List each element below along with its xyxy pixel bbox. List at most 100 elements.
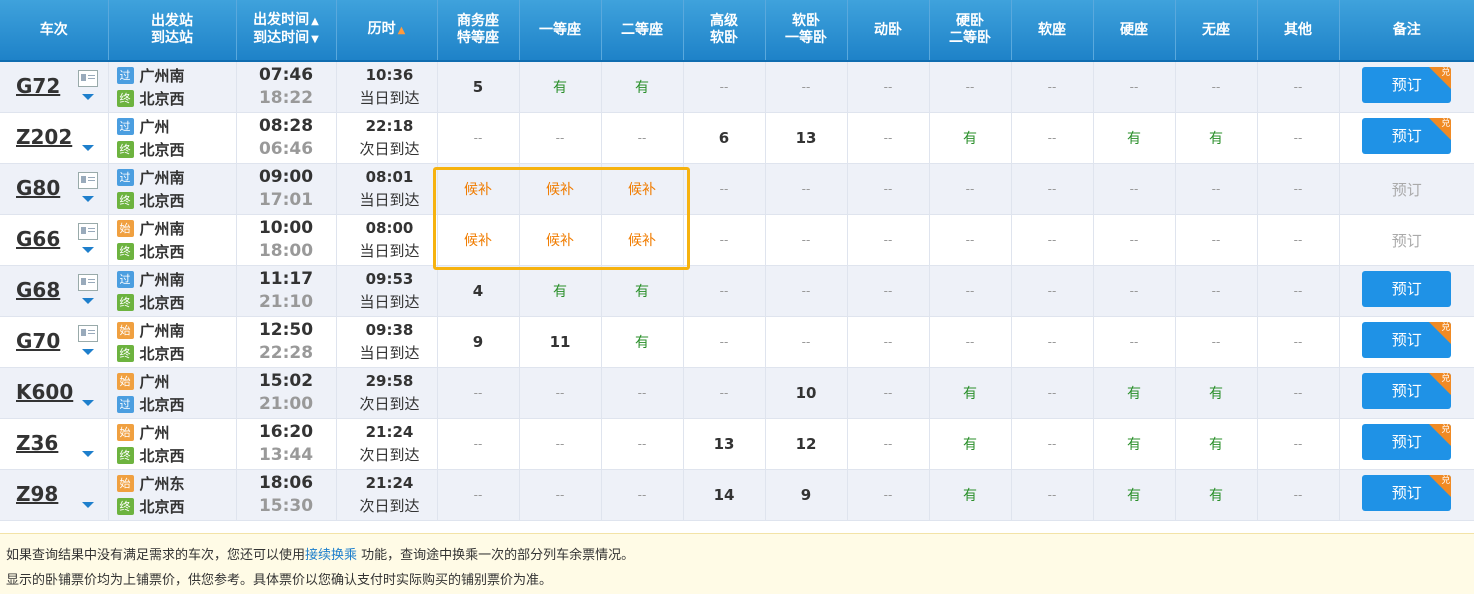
seat-availability[interactable]: 有	[963, 437, 977, 453]
book-button[interactable]: 预订兑	[1362, 67, 1452, 103]
chevron-down-icon[interactable]	[81, 145, 94, 151]
seat-availability[interactable]: 有	[1127, 131, 1141, 147]
train-number-link[interactable]: Z98	[16, 482, 58, 506]
seat-availability[interactable]: 有	[553, 80, 567, 96]
seat-availability[interactable]: 有	[1209, 131, 1223, 147]
seat-business[interactable]: 4	[436, 265, 519, 317]
seat-hard-sleeper[interactable]: 有	[928, 112, 1011, 164]
seat-soft-sleeper[interactable]: 9	[764, 469, 847, 521]
seat-availability[interactable]: 有	[1127, 386, 1141, 402]
seat-availability[interactable]: 13	[796, 129, 817, 147]
seat-availability[interactable]: 6	[719, 129, 729, 147]
book-button[interactable]: 预订兑	[1362, 373, 1452, 409]
seat-deluxe-sleeper[interactable]: 6	[682, 112, 765, 164]
seat-hard-sleeper[interactable]: 有	[928, 418, 1011, 470]
book-button[interactable]: 预订兑	[1362, 322, 1452, 358]
seat-first-class[interactable]: 候补	[518, 163, 601, 215]
seat-availability[interactable]: 有	[963, 131, 977, 147]
chevron-down-icon[interactable]	[81, 451, 94, 457]
seat-no-seat[interactable]: 有	[1174, 469, 1257, 521]
seat-second-class[interactable]: 有	[600, 61, 683, 113]
seat-business[interactable]: 5	[436, 61, 519, 113]
seat-first-class[interactable]: 有	[518, 265, 601, 317]
seat-business[interactable]: 候补	[436, 163, 519, 215]
seat-soft-sleeper[interactable]: 10	[764, 367, 847, 419]
seat-hard-seat[interactable]: 有	[1092, 112, 1175, 164]
book-button[interactable]: 预订兑	[1362, 475, 1452, 511]
seat-second-class[interactable]: 候补	[600, 163, 683, 215]
seat-availability[interactable]: 有	[1209, 488, 1223, 504]
seat-second-class[interactable]: 有	[600, 265, 683, 317]
train-number-link[interactable]: Z36	[16, 431, 58, 455]
seat-hard-seat[interactable]: 有	[1092, 367, 1175, 419]
train-number-link[interactable]: G80	[16, 176, 60, 200]
seat-availability[interactable]: 5	[473, 78, 483, 96]
seat-availability[interactable]: 候补	[464, 233, 492, 249]
seat-deluxe-sleeper[interactable]: 14	[682, 469, 765, 521]
header-times[interactable]: 出发时间 ▲ 到达时间 ▼	[235, 0, 336, 62]
chevron-down-icon[interactable]	[81, 247, 94, 253]
seat-second-class[interactable]: 候补	[600, 214, 683, 266]
seat-availability[interactable]: 有	[1209, 437, 1223, 453]
seat-availability[interactable]: 有	[963, 488, 977, 504]
seat-availability[interactable]: 有	[635, 80, 649, 96]
seat-availability[interactable]: 有	[635, 335, 649, 351]
train-info-icon[interactable]	[77, 70, 98, 87]
seat-availability[interactable]: 14	[714, 486, 735, 504]
seat-hard-sleeper[interactable]: 有	[928, 367, 1011, 419]
train-number-link[interactable]: G66	[16, 227, 60, 251]
seat-availability[interactable]: 候补	[628, 182, 656, 198]
train-number-link[interactable]: K600	[16, 380, 73, 404]
seat-deluxe-sleeper[interactable]: 13	[682, 418, 765, 470]
seat-availability[interactable]: 有	[963, 386, 977, 402]
train-number-link[interactable]: G68	[16, 278, 60, 302]
train-info-icon[interactable]	[77, 223, 98, 240]
seat-second-class[interactable]: 有	[600, 316, 683, 368]
chevron-down-icon[interactable]	[81, 502, 94, 508]
train-number-link[interactable]: G72	[16, 74, 60, 98]
transfer-link[interactable]: 接续换乘	[305, 548, 357, 563]
train-info-icon[interactable]	[77, 172, 98, 189]
train-info-icon[interactable]	[77, 325, 98, 342]
seat-soft-sleeper[interactable]: 12	[764, 418, 847, 470]
book-button[interactable]: 预订兑	[1362, 424, 1452, 460]
header-duration[interactable]: 历时 ▲	[335, 0, 437, 62]
seat-business[interactable]: 9	[436, 316, 519, 368]
seat-soft-sleeper[interactable]: 13	[764, 112, 847, 164]
chevron-down-icon[interactable]	[81, 400, 94, 406]
seat-availability[interactable]: 候补	[628, 233, 656, 249]
seat-hard-seat[interactable]: 有	[1092, 418, 1175, 470]
seat-availability[interactable]: 有	[635, 284, 649, 300]
seat-availability[interactable]: 候补	[546, 233, 574, 249]
seat-first-class[interactable]: 有	[518, 61, 601, 113]
chevron-down-icon[interactable]	[81, 196, 94, 202]
train-info-icon[interactable]	[77, 274, 98, 291]
seat-business[interactable]: 候补	[436, 214, 519, 266]
seat-availability[interactable]: 9	[473, 333, 483, 351]
seat-hard-sleeper[interactable]: 有	[928, 469, 1011, 521]
seat-no-seat[interactable]: 有	[1174, 112, 1257, 164]
seat-hard-seat[interactable]: 有	[1092, 469, 1175, 521]
book-button[interactable]: 预订	[1362, 271, 1452, 307]
train-number-link[interactable]: Z202	[16, 125, 72, 149]
seat-availability[interactable]: 候补	[464, 182, 492, 198]
seat-availability[interactable]: 12	[796, 435, 817, 453]
seat-availability[interactable]: 4	[473, 282, 483, 300]
seat-availability[interactable]: 10	[796, 384, 817, 402]
seat-availability[interactable]: 有	[1209, 386, 1223, 402]
seat-first-class[interactable]: 11	[518, 316, 601, 368]
sort-desc-icon[interactable]: ▼	[311, 31, 319, 48]
seat-availability[interactable]: 有	[553, 284, 567, 300]
chevron-down-icon[interactable]	[81, 298, 94, 304]
seat-availability[interactable]: 9	[801, 486, 811, 504]
seat-no-seat[interactable]: 有	[1174, 367, 1257, 419]
sort-duration-icon[interactable]: ▲	[398, 22, 406, 39]
seat-availability[interactable]: 11	[550, 333, 571, 351]
seat-availability[interactable]: 有	[1127, 488, 1141, 504]
train-number-link[interactable]: G70	[16, 329, 60, 353]
seat-availability[interactable]: 有	[1127, 437, 1141, 453]
chevron-down-icon[interactable]	[81, 349, 94, 355]
seat-first-class[interactable]: 候补	[518, 214, 601, 266]
seat-availability[interactable]: 13	[714, 435, 735, 453]
seat-no-seat[interactable]: 有	[1174, 418, 1257, 470]
